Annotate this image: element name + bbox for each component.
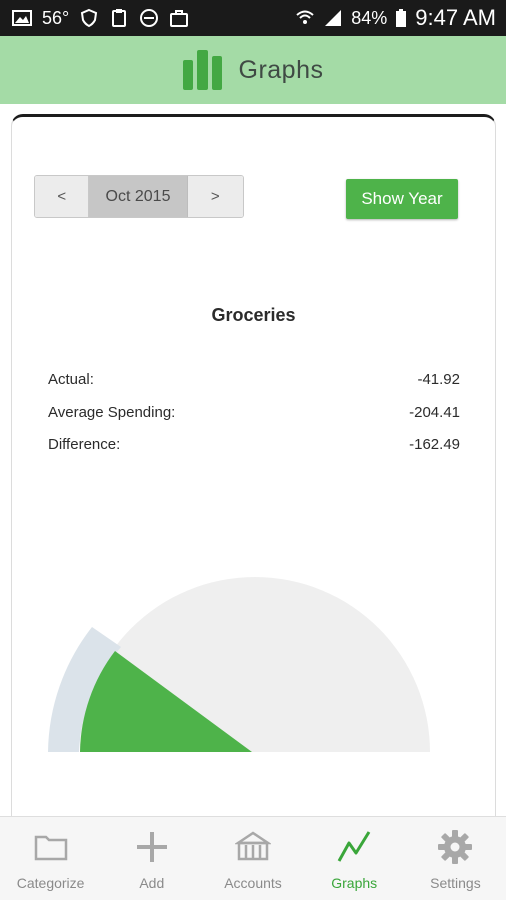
tab-accounts-label: Accounts [224,875,282,891]
shield-icon [81,8,98,28]
previous-month-button[interactable]: < [35,176,90,217]
clipboard-icon [112,9,127,27]
tab-settings-label: Settings [430,875,481,891]
show-year-button[interactable]: Show Year [346,179,458,219]
gear-icon [438,830,473,864]
tab-settings[interactable]: Settings [405,817,506,900]
signal-icon [325,10,342,26]
clock-time: 9:47 AM [415,5,496,30]
temperature-text: 56° [42,7,70,28]
period-navigator: < Oct 2015 > [34,175,244,218]
actual-value: -41.92 [417,371,460,388]
actual-label: Actual: [48,371,94,388]
bank-icon [235,831,271,861]
tab-add-label: Add [139,875,165,891]
current-month-label[interactable]: Oct 2015 [89,176,188,217]
folder-icon [34,835,67,861]
battery-percent: 84% [351,7,388,28]
tab-categorize-label: Categorize [16,875,85,891]
battery-icon [396,9,407,27]
gallery-icon [12,10,32,26]
wifi-icon [296,10,314,24]
graph-line-icon [337,831,371,862]
tab-categorize[interactable]: Categorize [0,817,101,900]
next-month-button[interactable]: > [187,176,243,217]
do-not-disturb-icon [140,9,159,27]
category-title: Groceries [211,305,296,325]
tab-graphs-label: Graphs [331,875,378,891]
tab-accounts[interactable]: Accounts [202,817,303,900]
app-header: Graphs [0,36,506,104]
average-spending-value: -204.41 [409,404,460,421]
tab-add[interactable]: Add [101,817,202,900]
bottom-tab-bar: Categorize Add Accounts Graphs Settings [0,816,506,900]
difference-value: -162.49 [409,436,460,453]
graph-card: < Oct 2015 > Show Year Groceries Actual:… [11,114,496,824]
bar-chart-logo-icon [182,50,222,90]
plus-icon [136,832,167,862]
status-bar: 56° 84% 9:47 AM [0,0,506,36]
page-title: Graphs [238,55,324,84]
spending-gauge [48,577,430,752]
tab-graphs[interactable]: Graphs [304,817,405,900]
difference-label: Difference: [48,436,121,453]
average-spending-label: Average Spending: [48,404,176,421]
briefcase-icon [170,10,189,27]
